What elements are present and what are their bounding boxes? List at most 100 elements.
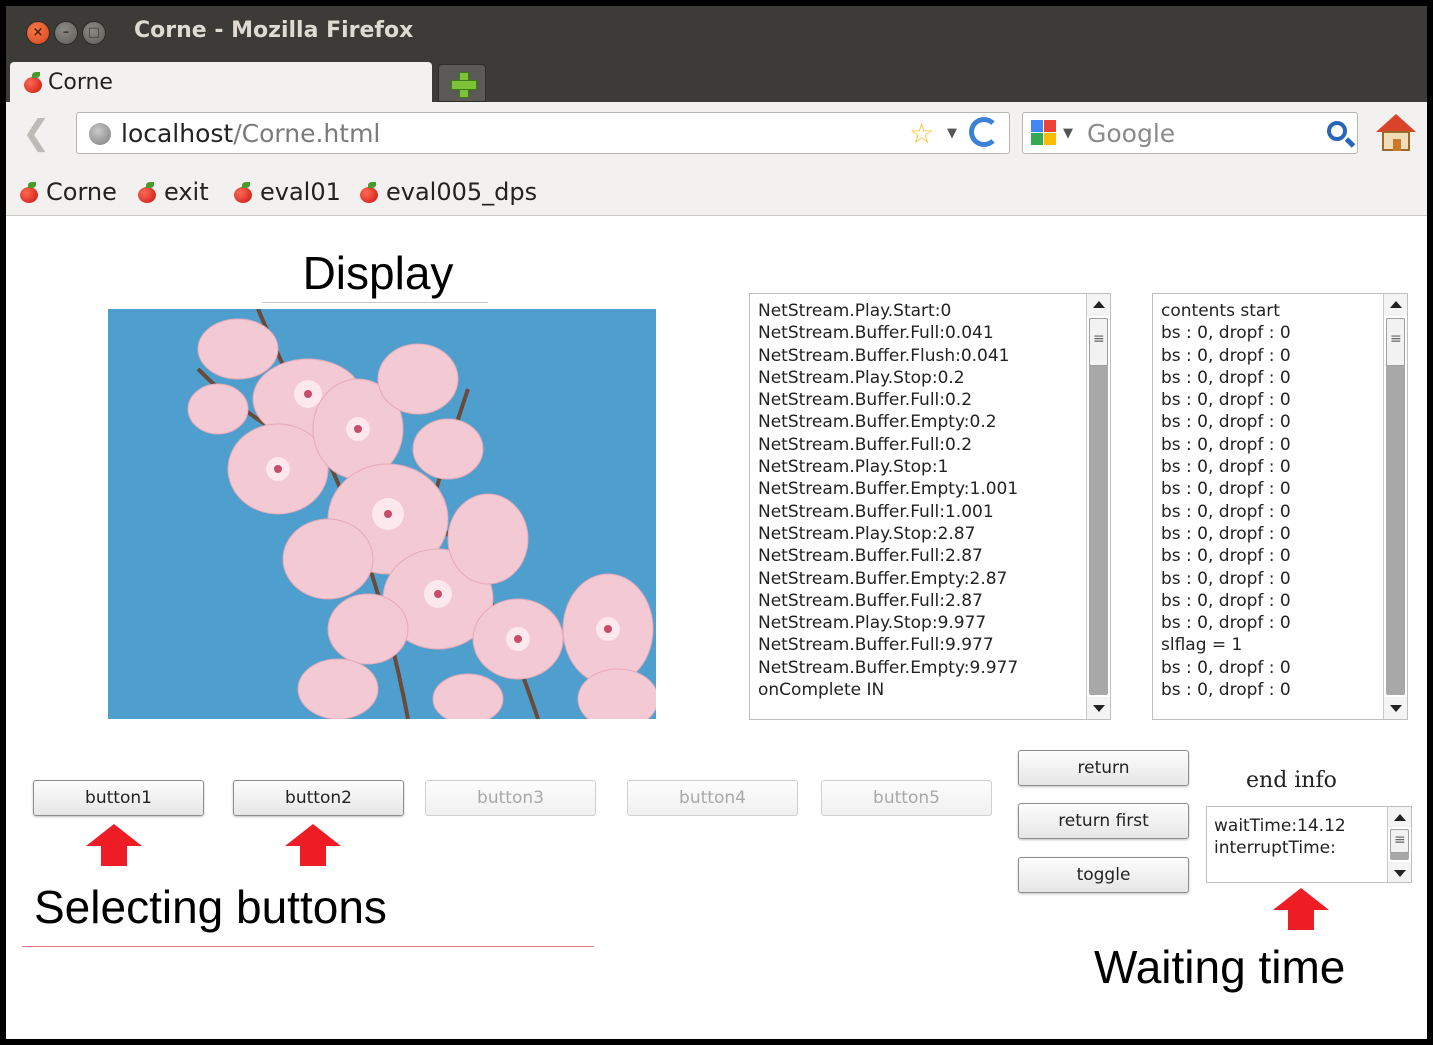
search-input[interactable]: Google	[1087, 119, 1175, 148]
netstream-log-line: NetStream.Buffer.Full:0.041	[758, 323, 994, 344]
contents-log-line: bs : 0, dropf : 0	[1161, 657, 1291, 678]
tomato-favicon-icon	[24, 72, 42, 93]
bookmark-label: exit	[164, 178, 209, 206]
url-bar[interactable]: localhost/Corne.html ☆ ▼	[76, 112, 1010, 154]
button5[interactable]: button5	[821, 780, 992, 816]
scroll-down-icon[interactable]	[1388, 862, 1411, 882]
bookmark-label: Corne	[46, 178, 117, 206]
netstream-log-line: onComplete IN	[758, 680, 885, 701]
tab-corne[interactable]: Corne	[10, 62, 432, 104]
end-info-textarea[interactable]: waitTime:14.12 interruptTime:	[1206, 806, 1412, 883]
navigation-bar: ❮ localhost/Corne.html ☆ ▼ ▼ Google	[6, 102, 1427, 164]
netstream-log-line: NetStream.Buffer.Empty:0.2	[758, 412, 997, 433]
bookmark-exit[interactable]: exit	[138, 178, 209, 206]
bookmark-label: eval005_dps	[386, 178, 538, 206]
search-engine-dropdown-icon[interactable]: ▼	[1063, 126, 1073, 141]
bookmark-label: eval01	[260, 178, 341, 206]
google-engine-icon[interactable]	[1031, 120, 1057, 146]
netstream-log-line: NetStream.Buffer.Full:9.977	[758, 635, 994, 656]
screenshot-frame: × – □ Corne - Mozilla Firefox Corne ❮ lo…	[0, 0, 1433, 1045]
end-info-line: interruptTime:	[1214, 838, 1336, 858]
toggle-button[interactable]: toggle	[1018, 857, 1189, 893]
contents-log-line: bs : 0, dropf : 0	[1161, 568, 1291, 589]
search-icon[interactable]	[1327, 121, 1347, 141]
bookmark-corne[interactable]: Corne	[20, 178, 117, 206]
new-tab-button[interactable]	[438, 64, 486, 102]
window-title: Corne - Mozilla Firefox	[134, 18, 414, 43]
button1[interactable]: button1	[33, 780, 204, 816]
contents-log-lines: contents start bs : 0, dropf : 0 bs : 0, d…	[1161, 300, 1291, 701]
netstream-log-line: NetStream.Play.Stop:9.977	[758, 613, 987, 634]
contents-log-line: bs : 0, dropf : 0	[1161, 590, 1291, 611]
return-first-button[interactable]: return first	[1018, 803, 1189, 839]
bookmark-star-icon[interactable]: ☆	[909, 117, 934, 150]
netstream-log-line: NetStream.Buffer.Full:2.87	[758, 546, 983, 567]
arrow-up-icon	[1273, 888, 1329, 932]
window-close-button[interactable]: ×	[26, 21, 50, 45]
button3[interactable]: button3	[425, 780, 596, 816]
contents-log-line: bs : 0, dropf : 0	[1161, 390, 1291, 411]
contents-log-line: bs : 0, dropf : 0	[1161, 479, 1291, 500]
home-button[interactable]	[1376, 114, 1416, 152]
contents-log-line: bs : 0, dropf : 0	[1161, 546, 1291, 567]
contents-log-line: bs : 0, dropf : 0	[1161, 613, 1291, 634]
contents-log-line: bs : 0, dropf : 0	[1161, 457, 1291, 478]
window-titlebar: × – □ Corne - Mozilla Firefox	[6, 6, 1427, 60]
scroll-down-icon[interactable]	[1087, 697, 1110, 719]
bookmark-eval01[interactable]: eval01	[234, 178, 341, 206]
url-text: localhost/Corne.html	[121, 119, 380, 148]
scroll-up-icon[interactable]	[1087, 294, 1110, 316]
netstream-log-scrollbar[interactable]	[1086, 294, 1110, 719]
scroll-up-icon[interactable]	[1384, 294, 1407, 316]
window-maximize-button[interactable]: □	[82, 21, 106, 45]
contents-log-line: bs : 0, dropf : 0	[1161, 434, 1291, 455]
button4[interactable]: button4	[627, 780, 798, 816]
back-button[interactable]: ❮	[22, 116, 51, 150]
netstream-log-line: NetStream.Buffer.Empty:9.977	[758, 657, 1019, 678]
scroll-thumb[interactable]	[1089, 318, 1108, 366]
chevron-left-icon: ❮	[22, 113, 51, 153]
tomato-icon	[360, 182, 378, 203]
tomato-icon	[138, 182, 156, 203]
netstream-log-line: NetStream.Buffer.Full:0.2	[758, 434, 973, 455]
scroll-down-icon[interactable]	[1384, 697, 1407, 719]
netstream-log-line: NetStream.Buffer.Full:0.2	[758, 390, 973, 411]
scroll-thumb[interactable]	[1390, 829, 1409, 853]
netstream-log-line: NetStream.Play.Stop:2.87	[758, 523, 976, 544]
contents-log-line: contents start	[1161, 301, 1280, 321]
end-info-scrollbar[interactable]	[1387, 807, 1411, 882]
scroll-up-icon[interactable]	[1388, 807, 1411, 827]
netstream-log-line: NetStream.Buffer.Empty:2.87	[758, 568, 1008, 589]
button2[interactable]: button2	[233, 780, 404, 816]
window-minimize-button[interactable]: –	[54, 21, 78, 45]
contents-log-line: bs : 0, dropf : 0	[1161, 501, 1291, 522]
bookmark-eval005-dps[interactable]: eval005_dps	[360, 178, 537, 206]
contents-log-scrollbar[interactable]	[1383, 294, 1407, 719]
display-annotation: Display	[302, 247, 454, 299]
netstream-log-line: NetStream.Buffer.Full:2.87	[758, 590, 983, 611]
contents-log-line: bs : 0, dropf : 0	[1161, 345, 1291, 366]
display-underline	[262, 302, 488, 303]
tab-label: Corne	[48, 70, 113, 95]
contents-log-line: bs : 0, dropf : 0	[1161, 367, 1291, 388]
search-bar[interactable]: ▼ Google	[1022, 112, 1358, 154]
netstream-log-line: NetStream.Play.Start:0	[758, 301, 952, 321]
cherry-blossom-image	[108, 309, 656, 719]
video-display[interactable]	[108, 309, 656, 719]
url-dropdown-icon[interactable]: ▼	[947, 126, 957, 141]
tab-strip: Corne	[6, 60, 1427, 104]
contents-log-textarea[interactable]: contents start bs : 0, dropf : 0 bs : 0, d…	[1152, 293, 1408, 720]
netstream-log-textarea[interactable]: NetStream.Play.Start:0 NetStream.Buffer.F…	[749, 293, 1111, 720]
plus-icon	[451, 72, 477, 98]
netstream-log-line: NetStream.Buffer.Flush:0.041	[758, 345, 1010, 366]
end-info-label: end info	[1246, 768, 1337, 793]
arrow-up-icon	[285, 824, 341, 868]
contents-log-line: bs : 0, dropf : 0	[1161, 680, 1291, 701]
url-host: localhost	[121, 119, 234, 148]
selecting-buttons-underline	[22, 946, 594, 947]
reload-icon[interactable]	[969, 117, 999, 147]
contents-log-line: bs : 0, dropf : 0	[1161, 523, 1291, 544]
scroll-thumb[interactable]	[1386, 318, 1405, 366]
return-button[interactable]: return	[1018, 750, 1189, 786]
netstream-log-lines: NetStream.Play.Start:0 NetStream.Buffer.F…	[758, 300, 1018, 701]
